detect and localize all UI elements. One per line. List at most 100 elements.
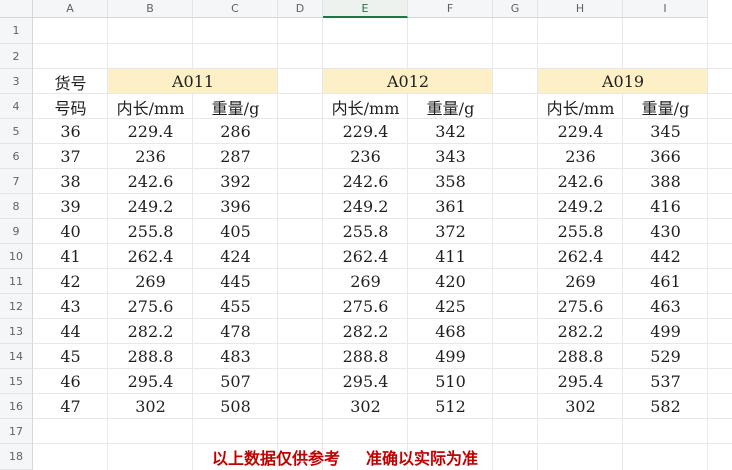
inner-length-cell[interactable]: 236 bbox=[538, 144, 623, 169]
size-cell[interactable]: 39 bbox=[33, 194, 108, 219]
size-cell[interactable]: 43 bbox=[33, 294, 108, 319]
column-header-g[interactable]: G bbox=[493, 0, 538, 18]
inner-length-cell[interactable]: 295.4 bbox=[108, 369, 193, 394]
row-header-12[interactable]: 12 bbox=[0, 294, 33, 319]
size-cell[interactable]: 37 bbox=[33, 144, 108, 169]
column-header-h[interactable]: H bbox=[538, 0, 623, 18]
row-header-7[interactable]: 7 bbox=[0, 169, 33, 194]
size-cell[interactable]: 46 bbox=[33, 369, 108, 394]
size-cell[interactable]: 44 bbox=[33, 319, 108, 344]
weight-cell[interactable]: 483 bbox=[193, 344, 278, 369]
weight-cell[interactable]: 442 bbox=[623, 244, 708, 269]
column-header-a[interactable]: A bbox=[33, 0, 108, 18]
weight-cell[interactable]: 342 bbox=[408, 119, 493, 144]
disclaimer-note[interactable]: 以上数据仅供参考 准确以实际为准 bbox=[212, 444, 478, 470]
weight-cell[interactable]: 529 bbox=[623, 344, 708, 369]
weight-cell[interactable]: 463 bbox=[623, 294, 708, 319]
inner-length-cell[interactable]: 255.8 bbox=[538, 219, 623, 244]
inner-length-cell[interactable]: 302 bbox=[538, 394, 623, 419]
weight-cell[interactable]: 461 bbox=[623, 269, 708, 294]
size-cell[interactable]: 42 bbox=[33, 269, 108, 294]
inner-length-cell[interactable]: 275.6 bbox=[108, 294, 193, 319]
weight-cell[interactable]: 345 bbox=[623, 119, 708, 144]
size-cell[interactable]: 41 bbox=[33, 244, 108, 269]
weight-cell[interactable]: 286 bbox=[193, 119, 278, 144]
weight-cell[interactable]: 510 bbox=[408, 369, 493, 394]
inner-length-cell[interactable]: 295.4 bbox=[323, 369, 408, 394]
weight-cell[interactable]: 478 bbox=[193, 319, 278, 344]
row-header-2[interactable]: 2 bbox=[0, 44, 33, 69]
weight-cell[interactable]: 468 bbox=[408, 319, 493, 344]
inner-length-cell[interactable]: 302 bbox=[108, 394, 193, 419]
row-header-9[interactable]: 9 bbox=[0, 219, 33, 244]
column-header-d[interactable]: D bbox=[278, 0, 323, 18]
inner-length-cell[interactable]: 275.6 bbox=[538, 294, 623, 319]
weight-cell[interactable]: 430 bbox=[623, 219, 708, 244]
row-header-17[interactable]: 17 bbox=[0, 419, 33, 444]
weight-cell[interactable]: 361 bbox=[408, 194, 493, 219]
row-header-3[interactable]: 3 bbox=[0, 69, 33, 94]
size-code-label[interactable]: 号码 bbox=[33, 94, 108, 119]
inner-length-label[interactable]: 内长/mm bbox=[108, 94, 193, 119]
weight-cell[interactable]: 499 bbox=[623, 319, 708, 344]
select-all-corner[interactable] bbox=[0, 0, 33, 18]
inner-length-cell[interactable]: 249.2 bbox=[323, 194, 408, 219]
weight-cell[interactable]: 405 bbox=[193, 219, 278, 244]
group-name-a011[interactable]: A011 bbox=[108, 69, 278, 94]
inner-length-cell[interactable]: 262.4 bbox=[108, 244, 193, 269]
row-header-18[interactable]: 18 bbox=[0, 444, 33, 470]
row-header-5[interactable]: 5 bbox=[0, 119, 33, 144]
inner-length-cell[interactable]: 302 bbox=[323, 394, 408, 419]
column-header-b[interactable]: B bbox=[108, 0, 193, 18]
size-cell[interactable]: 38 bbox=[33, 169, 108, 194]
size-cell[interactable]: 47 bbox=[33, 394, 108, 419]
inner-length-label[interactable]: 内长/mm bbox=[538, 94, 623, 119]
weight-cell[interactable]: 366 bbox=[623, 144, 708, 169]
inner-length-cell[interactable]: 288.8 bbox=[538, 344, 623, 369]
inner-length-cell[interactable]: 282.2 bbox=[538, 319, 623, 344]
weight-label[interactable]: 重量/g bbox=[623, 94, 708, 119]
row-header-14[interactable]: 14 bbox=[0, 344, 33, 369]
inner-length-cell[interactable]: 242.6 bbox=[108, 169, 193, 194]
weight-cell[interactable]: 512 bbox=[408, 394, 493, 419]
inner-length-cell[interactable]: 282.2 bbox=[323, 319, 408, 344]
size-cell[interactable]: 40 bbox=[33, 219, 108, 244]
inner-length-cell[interactable]: 288.8 bbox=[323, 344, 408, 369]
weight-cell[interactable]: 388 bbox=[623, 169, 708, 194]
weight-cell[interactable]: 445 bbox=[193, 269, 278, 294]
inner-length-cell[interactable]: 255.8 bbox=[108, 219, 193, 244]
weight-cell[interactable]: 508 bbox=[193, 394, 278, 419]
inner-length-cell[interactable]: 269 bbox=[323, 269, 408, 294]
weight-cell[interactable]: 582 bbox=[623, 394, 708, 419]
inner-length-cell[interactable]: 282.2 bbox=[108, 319, 193, 344]
weight-cell[interactable]: 392 bbox=[193, 169, 278, 194]
inner-length-cell[interactable]: 269 bbox=[538, 269, 623, 294]
inner-length-cell[interactable]: 275.6 bbox=[323, 294, 408, 319]
row-header-6[interactable]: 6 bbox=[0, 144, 33, 169]
inner-length-cell[interactable]: 229.4 bbox=[108, 119, 193, 144]
row-header-10[interactable]: 10 bbox=[0, 244, 33, 269]
weight-cell[interactable]: 411 bbox=[408, 244, 493, 269]
inner-length-label[interactable]: 内长/mm bbox=[323, 94, 408, 119]
size-cell[interactable]: 36 bbox=[33, 119, 108, 144]
column-header-c[interactable]: C bbox=[193, 0, 278, 18]
weight-cell[interactable]: 507 bbox=[193, 369, 278, 394]
inner-length-cell[interactable]: 288.8 bbox=[108, 344, 193, 369]
item-number-label[interactable]: 货号 bbox=[33, 69, 108, 94]
weight-cell[interactable]: 343 bbox=[408, 144, 493, 169]
inner-length-cell[interactable]: 262.4 bbox=[538, 244, 623, 269]
weight-cell[interactable]: 358 bbox=[408, 169, 493, 194]
column-header-i[interactable]: I bbox=[623, 0, 708, 18]
inner-length-cell[interactable]: 236 bbox=[323, 144, 408, 169]
inner-length-cell[interactable]: 262.4 bbox=[323, 244, 408, 269]
inner-length-cell[interactable]: 295.4 bbox=[538, 369, 623, 394]
inner-length-cell[interactable]: 249.2 bbox=[538, 194, 623, 219]
weight-cell[interactable]: 425 bbox=[408, 294, 493, 319]
weight-cell[interactable]: 455 bbox=[193, 294, 278, 319]
size-cell[interactable]: 45 bbox=[33, 344, 108, 369]
weight-cell[interactable]: 424 bbox=[193, 244, 278, 269]
row-header-1[interactable]: 1 bbox=[0, 18, 33, 44]
group-name-a019[interactable]: A019 bbox=[538, 69, 708, 94]
row-header-4[interactable]: 4 bbox=[0, 94, 33, 119]
row-header-11[interactable]: 11 bbox=[0, 269, 33, 294]
